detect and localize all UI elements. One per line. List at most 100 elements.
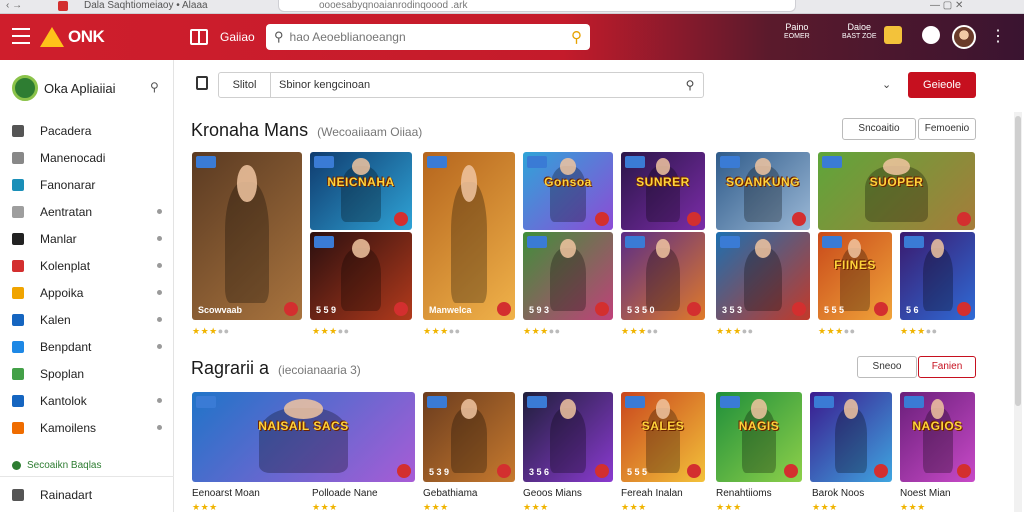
favorite-icon[interactable] [957, 464, 971, 478]
favorite-icon[interactable] [394, 302, 408, 316]
filter-label[interactable]: Slitol [219, 73, 271, 97]
game-caption[interactable]: Geoos Mians [523, 488, 582, 499]
game-tile[interactable]: 5 9 3 [523, 232, 613, 320]
game-tile[interactable]: SUOPER [818, 152, 975, 230]
sidebar-item-1[interactable]: Pacadera [12, 122, 168, 140]
notification-icon[interactable] [922, 26, 940, 44]
sidebar-item-6[interactable]: Kolenplat [12, 257, 168, 275]
favorite-icon[interactable] [687, 212, 701, 226]
section1-button-2[interactable]: Femoenio [918, 118, 976, 140]
favorite-icon[interactable] [874, 302, 888, 316]
favorite-icon[interactable] [874, 464, 888, 478]
game-title-art: NAGIOS [912, 419, 963, 433]
more-icon[interactable]: ⋮ [990, 26, 1006, 46]
sidebar-item-12[interactable]: Kamoilens [12, 419, 168, 437]
search-submit-icon[interactable]: ⚲ [571, 28, 582, 46]
favorite-icon[interactable] [595, 302, 609, 316]
game-tile[interactable]: FIINES 5 5 5 [818, 232, 892, 320]
trophy-icon[interactable] [884, 26, 902, 44]
filter-bar[interactable]: Slitol ⚲ [218, 72, 704, 98]
sidebar-search-icon[interactable]: ⚲ [150, 80, 159, 94]
sidebar-item-5[interactable]: Manlar [12, 230, 168, 248]
sidebar-item-10[interactable]: Spoplan [12, 365, 168, 383]
platform-badge-icon [427, 156, 447, 168]
scrollbar-thumb[interactable] [1015, 116, 1021, 406]
primary-action-button[interactable]: Geieole [908, 72, 976, 98]
section2-button-1[interactable]: Sneoo [857, 356, 917, 378]
game-tile[interactable]: Gonsoa [523, 152, 613, 230]
hamburger-menu-icon[interactable] [12, 28, 30, 44]
header-item-2[interactable]: Daioe BAST ZOE [842, 22, 877, 42]
search-bar[interactable]: ⚲ ⚲ [266, 24, 590, 50]
favorite-icon[interactable] [957, 302, 971, 316]
sidebar-item-2[interactable]: Manenocadi [12, 149, 168, 167]
game-tile[interactable]: 3 5 6 [523, 392, 613, 482]
sidebar-item-3[interactable]: Fanonarar [12, 176, 168, 194]
tab-title[interactable]: Dala Saqhtiomeiaoy • Alaaa [84, 0, 208, 12]
favorite-icon[interactable] [957, 212, 971, 226]
game-caption[interactable]: Renahtiioms [716, 488, 772, 499]
game-tile[interactable]: NAGIS [716, 392, 802, 482]
filter-input[interactable] [271, 79, 677, 91]
favorite-icon[interactable] [784, 464, 798, 478]
game-caption[interactable]: Fereah Inalan [621, 488, 683, 499]
game-tile[interactable]: 5 3 5 0 [621, 232, 705, 320]
bookmark-icon[interactable] [196, 76, 208, 90]
game-tile[interactable]: Scowvaab [192, 152, 302, 320]
search-input[interactable] [289, 30, 571, 44]
window-controls[interactable]: — ▢ ✕ [930, 0, 963, 12]
header-link[interactable]: Gaiiao [220, 30, 255, 44]
game-tile[interactable] [810, 392, 892, 482]
site-logo[interactable]: ONK [40, 24, 105, 50]
header-item-1[interactable]: Paino EOMER [784, 22, 810, 42]
game-caption[interactable]: Gebathiama [423, 488, 477, 499]
favorite-icon[interactable] [397, 464, 411, 478]
chevron-down-icon[interactable]: ⌄ [882, 78, 891, 91]
game-caption[interactable]: Polloade Nane [312, 488, 378, 499]
favorite-icon[interactable] [792, 212, 806, 226]
sidebar-item-label: Benpdant [40, 340, 92, 354]
game-tile[interactable]: SUNRER [621, 152, 705, 230]
scrollbar[interactable] [1014, 112, 1022, 512]
filter-search-icon[interactable]: ⚲ [677, 78, 703, 92]
address-bar[interactable]: oooesabyqnoaianrodinqoood .ark [278, 0, 796, 12]
game-tile[interactable]: 3 5 3 [716, 232, 810, 320]
user-avatar[interactable] [952, 25, 976, 49]
game-tile[interactable]: Manwelca [423, 152, 515, 320]
sidebar-item-7[interactable]: Appoika [12, 284, 168, 302]
sidebar-item-footer[interactable]: Rainadart [12, 486, 168, 504]
game-tile[interactable]: NEICNAHA [310, 152, 412, 230]
grid-icon[interactable] [190, 29, 208, 45]
favorite-icon[interactable] [687, 302, 701, 316]
favorite-icon[interactable] [394, 212, 408, 226]
favorite-icon[interactable] [595, 212, 609, 226]
game-tile[interactable]: NAGIOS [900, 392, 975, 482]
favorite-icon[interactable] [595, 464, 609, 478]
favorite-icon[interactable] [497, 464, 511, 478]
game-caption[interactable]: Noest Mian [900, 488, 951, 499]
game-tile[interactable]: 5 3 9 [423, 392, 515, 482]
nav-arrows[interactable]: ‹ → [6, 0, 22, 12]
game-caption[interactable]: Eenoarst Moan [192, 488, 260, 499]
favorite-icon[interactable] [284, 302, 298, 316]
game-tile[interactable]: 5 6 [900, 232, 975, 320]
character-art [840, 238, 870, 312]
game-tile[interactable]: NAISAIL SACS [192, 392, 415, 482]
favorite-icon[interactable] [792, 302, 806, 316]
sidebar-item-9[interactable]: Benpdant [12, 338, 168, 356]
section1-button-1[interactable]: Sncoaitio [842, 118, 916, 140]
game-tile[interactable]: 5 5 9 [310, 232, 412, 320]
sidebar-item-11[interactable]: Kantolok [12, 392, 168, 410]
game-tile[interactable]: SOANKUNG [716, 152, 810, 230]
favorite-icon[interactable] [687, 464, 701, 478]
sidebar-item-icon [12, 233, 24, 245]
game-title-art: FIINES [834, 258, 876, 273]
header-item-1-line2: EOMER [784, 33, 810, 40]
game-tile[interactable]: SALES 5 5 5 [621, 392, 705, 482]
game-caption[interactable]: Barok Noos [812, 488, 864, 499]
section1-title: Kronaha Mans (Wecoaiiaam Oiiaa) [191, 120, 422, 141]
section2-button-2[interactable]: Fanien [918, 356, 976, 378]
favorite-icon[interactable] [497, 302, 511, 316]
sidebar-item-8[interactable]: Kalen [12, 311, 168, 329]
sidebar-item-4[interactable]: Aentratan [12, 203, 168, 221]
